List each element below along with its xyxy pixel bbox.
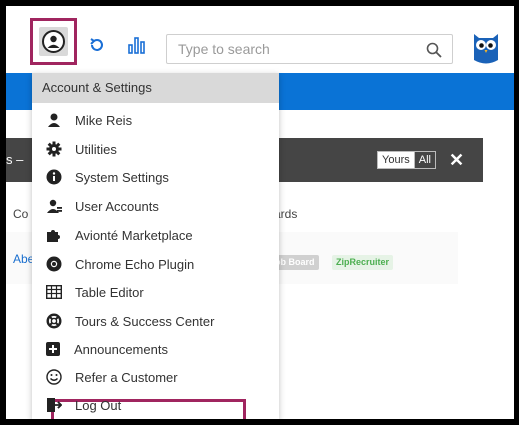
menu-item-label: Table Editor (75, 284, 144, 300)
search-input[interactable] (167, 35, 418, 63)
toggle-all[interactable]: All (413, 152, 435, 168)
toggle-yours[interactable]: Yours (378, 152, 414, 168)
menu-item-label: Refer a Customer (75, 369, 178, 385)
account-dropdown-menu: Account & Settings Mike Reis Utilities S… (32, 73, 279, 419)
chrome-icon (46, 256, 62, 272)
bar-chart-icon[interactable] (128, 36, 146, 54)
menu-item-marketplace[interactable]: Avionté Marketplace (32, 221, 279, 249)
account-menu-button[interactable] (30, 18, 77, 65)
scope-toggle: Yours All (377, 151, 436, 169)
menu-item-label: System Settings (75, 169, 169, 185)
panel-title: s – (6, 152, 24, 167)
users-icon (46, 198, 62, 214)
menu-item-user-accounts[interactable]: User Accounts (32, 192, 279, 220)
app-frame: s – Yours All ✕ Co ards Abe ob Board Zip… (6, 6, 514, 419)
gear-icon (46, 141, 62, 157)
table-icon (45, 284, 63, 300)
plus-square-icon (45, 341, 61, 357)
menu-item-label: Avionté Marketplace (75, 227, 193, 243)
menu-item-label: Utilities (75, 141, 117, 157)
menu-item-tours[interactable]: Tours & Success Center (32, 307, 279, 335)
menu-item-system-settings[interactable]: System Settings (32, 163, 279, 191)
menu-header: Account & Settings (32, 73, 279, 103)
user-avatar-icon (42, 30, 65, 53)
menu-item-label: Tours & Success Center (75, 313, 215, 329)
menu-item-table-editor[interactable]: Table Editor (32, 278, 279, 306)
menu-item-announcements[interactable]: Announcements (32, 335, 246, 363)
menu-item-label: Chrome Echo Plugin (75, 256, 195, 272)
menu-item-label: Announcements (74, 341, 168, 357)
menu-item-profile[interactable]: Mike Reis (32, 106, 279, 134)
owl-logo-icon[interactable] (472, 30, 500, 66)
menu-item-log-out[interactable]: Log Out (32, 391, 279, 419)
search-box (166, 34, 453, 64)
refresh-icon[interactable] (88, 36, 106, 54)
logout-icon (46, 397, 63, 413)
menu-item-label: User Accounts (75, 198, 159, 214)
menu-item-label: Log Out (75, 397, 122, 413)
lifebuoy-icon (46, 313, 62, 329)
smile-icon (46, 369, 62, 385)
info-icon (46, 169, 62, 185)
menu-item-chrome-plugin[interactable]: Chrome Echo Plugin (32, 250, 279, 278)
ziprecruiter-badge: ZipRecruiter (332, 255, 394, 270)
user-icon (46, 112, 62, 128)
menu-item-refer-customer[interactable]: Refer a Customer (32, 363, 279, 391)
menu-item-label: Mike Reis (75, 112, 133, 128)
menu-item-utilities[interactable]: Utilities (32, 135, 279, 163)
search-icon[interactable] (426, 42, 442, 58)
avatar (39, 27, 68, 56)
puzzle-icon (46, 227, 62, 243)
column-header: Co (13, 207, 29, 221)
close-icon[interactable]: ✕ (449, 150, 464, 171)
